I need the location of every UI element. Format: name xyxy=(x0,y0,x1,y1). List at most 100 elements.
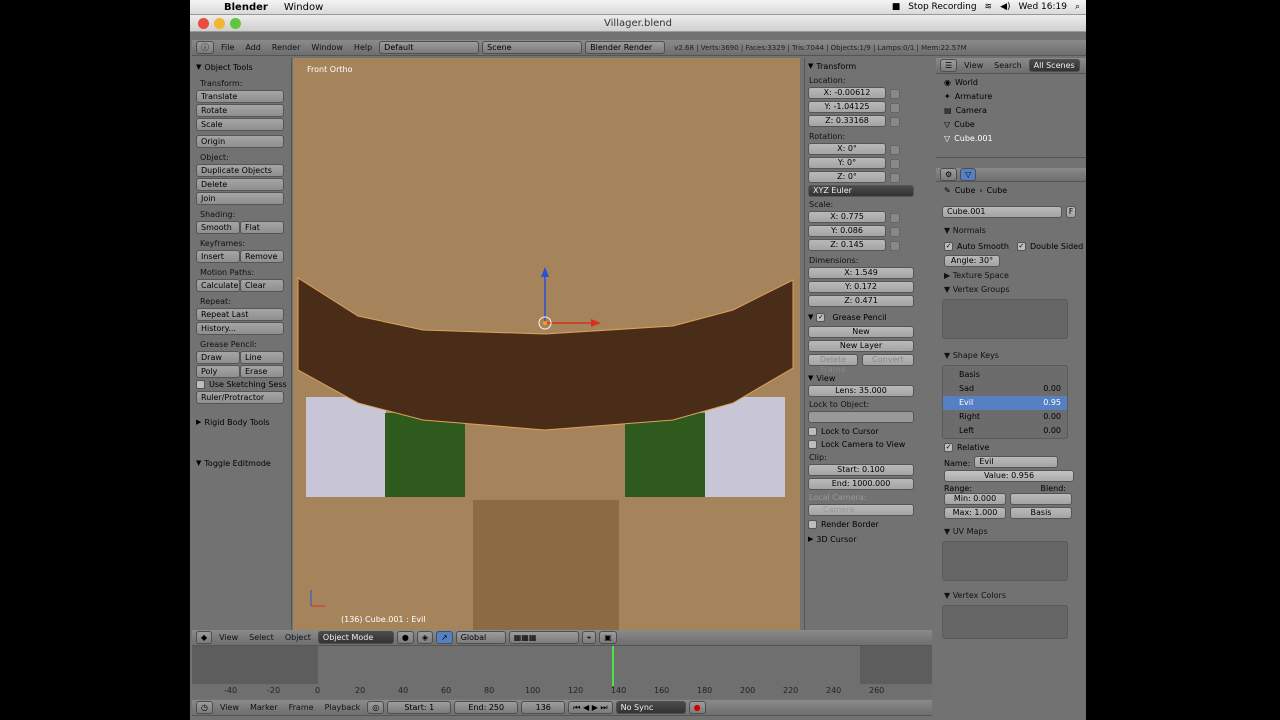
location-x-field[interactable]: X: -0.00612 xyxy=(808,87,886,99)
window-menu[interactable]: Window xyxy=(276,2,331,13)
view-panel-header[interactable]: ▼ View xyxy=(808,372,915,385)
location-z-field[interactable]: Z: 0.33168 xyxy=(808,115,886,127)
outliner-view-menu[interactable]: View xyxy=(960,61,987,70)
start-frame-field[interactable]: Start: 1 xyxy=(387,701,452,714)
outliner-item-cube-001[interactable]: ▽ Cube.001 xyxy=(936,132,1086,146)
poly-button[interactable]: Poly xyxy=(196,365,240,378)
menu-help[interactable]: Help xyxy=(350,43,376,52)
stop-recording[interactable]: Stop Recording xyxy=(908,2,976,12)
history-button[interactable]: History... xyxy=(196,322,284,335)
auto-smooth-checkbox[interactable]: ✓ Auto Smooth xyxy=(944,242,1009,251)
blend-group-field[interactable] xyxy=(1010,493,1072,505)
keyframe-icon[interactable]: ◎ xyxy=(367,701,385,714)
manipulator-icon[interactable]: ↗ xyxy=(436,631,453,644)
lock-icon[interactable] xyxy=(890,241,900,251)
lock-object-field[interactable] xyxy=(808,411,914,423)
clip-end-field[interactable]: End: 1000.000 xyxy=(808,478,914,490)
maximize-icon[interactable] xyxy=(230,18,241,29)
use-sketching-checkbox[interactable]: Use Sketching Sessi xyxy=(196,380,287,389)
origin-button[interactable]: Origin xyxy=(196,135,284,148)
remove-button[interactable]: Remove xyxy=(240,250,284,263)
rotation-x-field[interactable]: X: 0° xyxy=(808,143,886,155)
vertex-colors-list[interactable] xyxy=(942,605,1068,639)
spotlight-icon[interactable]: ⌕ xyxy=(1075,2,1080,12)
current-frame-field[interactable]: 136 xyxy=(521,701,566,714)
uv-maps-header[interactable]: ▼ UV Maps xyxy=(936,525,1086,539)
vertex-groups-header[interactable]: ▼ Vertex Groups xyxy=(936,283,1086,297)
outliner-item-camera[interactable]: ▤ Camera xyxy=(936,104,1086,118)
scale-y-field[interactable]: Y: 0.086 xyxy=(808,225,886,237)
smooth-button[interactable]: Smooth xyxy=(196,221,240,234)
scale-z-field[interactable]: Z: 0.145 xyxy=(808,239,886,251)
pivot-icon[interactable]: ◈ xyxy=(416,631,434,644)
render-icon[interactable]: ▣ xyxy=(599,631,617,644)
sync-mode-selector[interactable]: No Sync xyxy=(615,701,686,714)
flat-button[interactable]: Flat xyxy=(240,221,284,234)
mesh-datablock-field[interactable]: Cube.001 xyxy=(942,206,1062,218)
texture-space-header[interactable]: ▶ Texture Space xyxy=(936,269,1086,283)
lock-icon[interactable] xyxy=(890,117,900,127)
object-tools-header[interactable]: ▼ Object Tools xyxy=(196,61,287,74)
shading-icon[interactable]: ● xyxy=(396,631,414,644)
shape-key-value-slider[interactable]: Value: 0.956 xyxy=(944,470,1074,482)
pin-icon[interactable]: ✎ xyxy=(944,184,951,198)
editor-type-icon[interactable]: ⚙ xyxy=(940,168,958,181)
clip-start-field[interactable]: Start: 0.100 xyxy=(808,464,914,476)
editor-type-icon[interactable]: ⓘ xyxy=(196,41,214,54)
checkbox-icon[interactable]: ✓ xyxy=(816,313,826,322)
lock-icon[interactable] xyxy=(890,103,900,113)
erase-button[interactable]: Erase xyxy=(240,365,284,378)
shape-key-item[interactable]: Left 0.00 xyxy=(943,424,1067,438)
shape-keys-header[interactable]: ▼ Shape Keys xyxy=(936,349,1086,363)
playback-controls[interactable]: ⏮ ◀ ▶ ⏭ xyxy=(568,701,613,714)
orientation-selector[interactable]: Global xyxy=(455,631,506,644)
mesh-data-tab-icon[interactable]: ▽ xyxy=(960,168,977,181)
clock[interactable]: Wed 16:19 xyxy=(1019,2,1067,12)
rigid-body-header[interactable]: ▶ Rigid Body Tools xyxy=(196,416,287,429)
close-icon[interactable] xyxy=(198,18,209,29)
3d-viewport[interactable]: Front Ortho (136) Cube.001 : Evil xyxy=(293,58,800,630)
record-icon[interactable]: ● xyxy=(688,701,706,714)
editor-type-icon[interactable]: ◆ xyxy=(196,631,213,644)
render-border-checkbox[interactable]: Render Border xyxy=(808,520,915,529)
layers-grid[interactable]: ▦▦▦ xyxy=(508,631,579,644)
menu-render[interactable]: Render xyxy=(268,43,304,52)
outliner-item-armature[interactable]: ✦ Armature xyxy=(936,90,1086,104)
editor-type-icon[interactable]: ◷ xyxy=(196,701,213,714)
shape-key-name-field[interactable]: Evil xyxy=(974,456,1059,468)
fake-user-button[interactable]: F xyxy=(1066,206,1076,218)
dimensions-y-field[interactable]: Y: 0.172 xyxy=(808,281,914,293)
vertex-colors-header[interactable]: ▼ Vertex Colors xyxy=(936,589,1086,603)
lock-icon[interactable] xyxy=(890,145,900,155)
display-mode-selector[interactable]: All Scenes xyxy=(1028,59,1080,72)
rotation-z-field[interactable]: Z: 0° xyxy=(808,171,886,183)
timeline-playback-menu[interactable]: Playback xyxy=(321,703,365,712)
eyebrow-mesh[interactable] xyxy=(293,58,800,630)
shape-key-item[interactable]: Basis xyxy=(943,368,1067,382)
delete-button[interactable]: Delete xyxy=(196,178,284,191)
wifi-icon[interactable]: ≋ xyxy=(985,2,993,12)
app-menu[interactable]: Blender xyxy=(216,2,276,13)
outliner-search-menu[interactable]: Search xyxy=(990,61,1025,70)
shape-key-item[interactable]: Right 0.00 xyxy=(943,410,1067,424)
double-sided-checkbox[interactable]: ✓ Double Sided xyxy=(1016,242,1083,251)
timeline[interactable]: -40 -20 0 20 40 60 80 100 120 140 160 180 200 2… xyxy=(192,646,932,698)
outliner-item-cube[interactable]: ▽ Cube xyxy=(936,118,1086,132)
slider-min-field[interactable]: Min: 0.000 xyxy=(944,493,1006,505)
new-layer-button[interactable]: New Layer xyxy=(808,340,914,352)
scene-selector[interactable]: Scene xyxy=(482,41,583,54)
current-frame-marker[interactable] xyxy=(612,646,614,686)
lock-icon[interactable] xyxy=(890,159,900,169)
menu-view[interactable]: View xyxy=(215,633,242,642)
normals-header[interactable]: ▼ Normals xyxy=(936,224,1086,238)
dimensions-z-field[interactable]: Z: 0.471 xyxy=(808,295,914,307)
ruler-button[interactable]: Ruler/Protractor xyxy=(196,391,284,404)
timeline-marker-menu[interactable]: Marker xyxy=(246,703,282,712)
angle-field[interactable]: Angle: 30° xyxy=(944,255,1000,267)
rotation-y-field[interactable]: Y: 0° xyxy=(808,157,886,169)
lock-camera-checkbox[interactable]: Lock Camera to View xyxy=(808,440,915,449)
editor-type-icon[interactable]: ☰ xyxy=(940,59,958,72)
snap-icon[interactable]: ⌖ xyxy=(581,631,597,644)
calculate-button[interactable]: Calculate xyxy=(196,279,240,292)
lens-field[interactable]: Lens: 35.000 xyxy=(808,385,914,397)
